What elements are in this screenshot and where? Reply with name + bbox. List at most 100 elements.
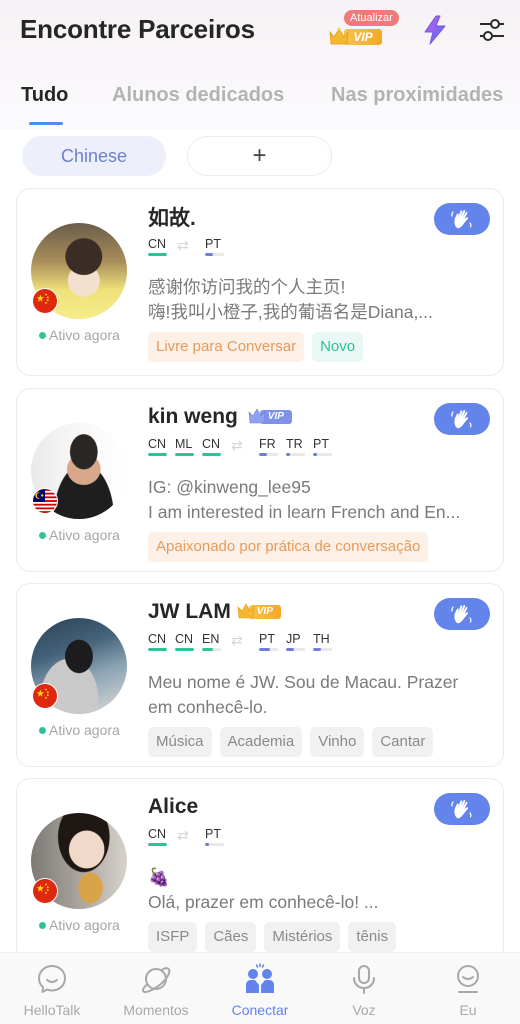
- language-code: JP: [286, 632, 301, 646]
- language-level-fill: [148, 843, 167, 846]
- vip-badge: VIP: [328, 27, 382, 47]
- chip-language-chinese[interactable]: Chinese: [22, 136, 166, 176]
- native-language: CN: [202, 437, 229, 456]
- page-title: Encontre Parceiros: [20, 14, 255, 44]
- nav-me[interactable]: Eu: [416, 953, 520, 1024]
- bio-line: 嗨!我叫小橙子,我的葡语名是Diana,...: [148, 302, 433, 322]
- learning-language: TR: [286, 437, 313, 456]
- native-language: CN: [175, 632, 202, 651]
- learning-language: PT: [205, 237, 232, 256]
- native-language: CN: [148, 827, 175, 846]
- bio-line: 感谢你访问我的个人主页!: [148, 277, 346, 297]
- language-level-fill: [202, 453, 221, 456]
- language-level-fill: [148, 648, 167, 651]
- online-dot-icon: [39, 726, 46, 734]
- language-level-fill: [205, 253, 213, 256]
- language-exchange-icon: ⇄: [177, 236, 189, 253]
- online-status: Ativo agora: [39, 722, 120, 738]
- partner-card[interactable]: Ativo agora JW LAM VIP CN CN EN ⇄ PT JP …: [16, 583, 504, 767]
- language-level-fill: [313, 648, 321, 651]
- nav-voice[interactable]: Voz: [312, 953, 416, 1024]
- tab-bar: Tudo Alunos dedicados Nas proximidades: [0, 80, 520, 126]
- wave-hello-button[interactable]: [434, 793, 490, 825]
- language-level-fill: [286, 453, 290, 456]
- bio-line: I am interested in learn French and En..…: [148, 502, 461, 522]
- wave-hello-button[interactable]: [434, 403, 490, 435]
- native-language: CN: [148, 237, 175, 256]
- china-flag-icon: [32, 288, 58, 314]
- language-level-bar: [205, 843, 224, 846]
- learning-language: FR: [259, 437, 286, 456]
- bio-line: 🍇: [148, 867, 170, 887]
- native-language: EN: [202, 632, 229, 651]
- user-name[interactable]: JW LAM: [148, 600, 231, 624]
- active-tab-indicator: [29, 122, 63, 125]
- language-filter-chips: Chinese +: [0, 136, 520, 178]
- online-status: Ativo agora: [39, 527, 120, 543]
- language-code: CN: [148, 827, 167, 841]
- bio: 感谢你访问我的个人主页! 嗨!我叫小橙子,我的葡语名是Diana,...: [148, 275, 493, 325]
- chat-bubble-icon: [38, 965, 66, 993]
- nav-hellotalk[interactable]: HelloTalk: [0, 953, 104, 1024]
- tag: Música: [148, 727, 212, 757]
- nav-connect[interactable]: Conectar: [208, 953, 312, 1024]
- partner-card[interactable]: Ativo agora Alice CN ⇄ PT 🍇 Olá, prazer …: [16, 778, 504, 962]
- tag: tênis: [348, 922, 397, 952]
- bio: IG: @kinweng_lee95 I am interested in le…: [148, 475, 493, 525]
- planet-icon: [141, 967, 171, 994]
- wave-hello-button[interactable]: [434, 598, 490, 630]
- language-level-fill: [202, 648, 214, 651]
- add-language-button[interactable]: +: [187, 136, 332, 176]
- user-name[interactable]: Alice: [148, 795, 198, 819]
- language-level-bar: [175, 453, 194, 456]
- nav-moments[interactable]: Momentos: [104, 953, 208, 1024]
- user-name[interactable]: 如故.: [148, 202, 196, 232]
- language-level-bar: [259, 453, 278, 456]
- tag: Vinho: [310, 727, 365, 757]
- user-name[interactable]: kin weng: [148, 405, 238, 429]
- language-code: TR: [286, 437, 303, 451]
- tag: Apaixonado por prática de conversação: [148, 532, 429, 562]
- language-level-bar: [148, 253, 167, 256]
- name-row: JW LAM VIP: [148, 598, 281, 626]
- partner-card[interactable]: Ativo agora kin weng VIP CN ML CN ⇄ FR T…: [16, 388, 504, 572]
- language-exchange-icon: ⇄: [177, 826, 189, 843]
- boost-bolt-icon[interactable]: [420, 14, 450, 46]
- vip-badge: VIP: [248, 408, 292, 426]
- filter-settings-icon[interactable]: [476, 14, 508, 46]
- avatar-container: [31, 813, 129, 911]
- learning-language: PT: [205, 827, 232, 846]
- bottom-navigation: HelloTalk Momentos Conectar Voz Eu: [0, 952, 520, 1024]
- learning-language: JP: [286, 632, 313, 651]
- tag: Mistérios: [264, 922, 341, 952]
- language-code: CN: [148, 437, 167, 451]
- language-code: EN: [202, 632, 220, 646]
- language-levels: CN ML CN ⇄ FR TR PT: [148, 437, 340, 456]
- wave-hello-button[interactable]: [434, 203, 490, 235]
- tag: Livre para Conversar: [148, 332, 305, 362]
- tab-all[interactable]: Tudo: [21, 84, 68, 107]
- tab-dedicated-learners[interactable]: Alunos dedicados: [112, 84, 284, 107]
- language-code: PT: [313, 437, 329, 451]
- online-dot-icon: [39, 531, 46, 539]
- vip-upgrade-button[interactable]: Atualizar VIP: [328, 10, 400, 50]
- crown-icon: [329, 27, 349, 45]
- language-level-bar: [313, 648, 332, 651]
- status-text: Ativo agora: [49, 327, 120, 343]
- bio: Meu nome é JW. Sou de Macau. Prazer em c…: [148, 670, 493, 720]
- language-level-fill: [175, 648, 194, 651]
- name-row: Alice: [148, 793, 198, 821]
- language-code: ML: [175, 437, 193, 451]
- language-code: TH: [313, 632, 330, 646]
- status-text: Ativo agora: [49, 527, 120, 543]
- avatar-container: [31, 423, 129, 521]
- bio-line: em conhecê-lo.: [148, 697, 268, 717]
- language-level-fill: [259, 648, 271, 651]
- language-level-bar: [205, 253, 224, 256]
- language-code: CN: [148, 237, 167, 251]
- status-text: Ativo agora: [49, 917, 120, 933]
- tab-nearby[interactable]: Nas proximidades: [331, 84, 503, 107]
- waving-hand-icon: [451, 799, 472, 819]
- partner-card[interactable]: Ativo agora 如故. CN ⇄ PT 感谢你访问我的个人主页! 嗨!我…: [16, 188, 504, 376]
- language-level-bar: [286, 648, 305, 651]
